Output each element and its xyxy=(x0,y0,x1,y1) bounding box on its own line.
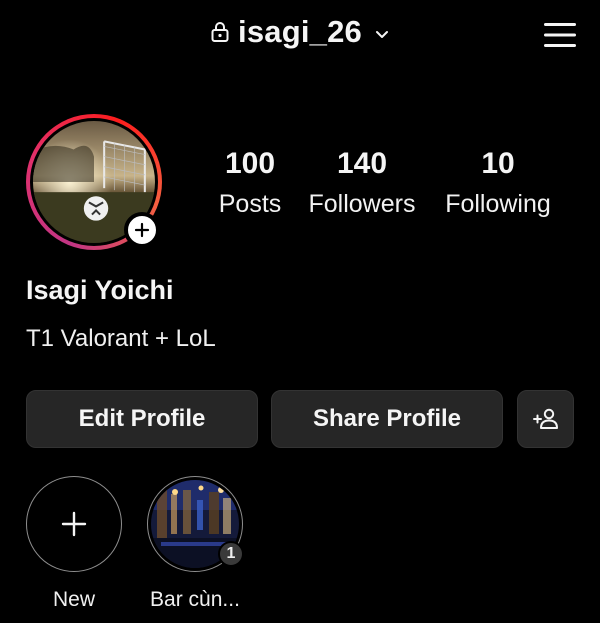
followers-count: 140 xyxy=(336,147,388,180)
top-bar: isagi_26 xyxy=(0,0,600,72)
new-highlight-circle[interactable] xyxy=(26,476,122,572)
following-count: 10 xyxy=(481,147,515,180)
posts-count: 100 xyxy=(224,147,276,180)
chevron-down-icon[interactable] xyxy=(374,26,390,42)
edit-profile-button[interactable]: Edit Profile xyxy=(26,390,258,448)
posts-label: Posts xyxy=(218,190,282,218)
highlight-label: Bar cùn... xyxy=(150,588,240,611)
highlight-count-badge: 1 xyxy=(218,541,244,567)
highlight-new[interactable]: New xyxy=(26,476,122,611)
highlight-bar[interactable]: 1 Bar cùn... xyxy=(147,476,244,611)
following-stat[interactable]: 10 Following xyxy=(436,144,560,224)
username[interactable]: isagi_26 xyxy=(238,14,362,50)
followers-label: Followers xyxy=(308,190,416,218)
plus-icon xyxy=(61,511,87,537)
following-label: Following xyxy=(445,190,551,218)
hamburger-menu-icon[interactable] xyxy=(544,22,576,48)
profile-stats: 100 Posts 140 Followers 10 Following xyxy=(200,144,580,234)
add-person-icon xyxy=(532,408,558,429)
posts-stat[interactable]: 100 Posts xyxy=(210,144,290,224)
discover-people-button[interactable] xyxy=(517,390,574,448)
share-profile-button[interactable]: Share Profile xyxy=(271,390,503,448)
display-name: Isagi Yoichi xyxy=(26,275,174,305)
plus-icon xyxy=(134,222,150,238)
bio-text: T1 Valorant + LoL xyxy=(26,325,216,352)
highlight-cover[interactable]: 1 xyxy=(147,476,244,572)
add-story-button[interactable] xyxy=(124,212,160,248)
followers-stat[interactable]: 140 Followers xyxy=(300,144,424,224)
highlight-label: New xyxy=(52,588,95,611)
account-switcher[interactable]: isagi_26 xyxy=(0,14,600,50)
lock-icon xyxy=(211,22,229,42)
